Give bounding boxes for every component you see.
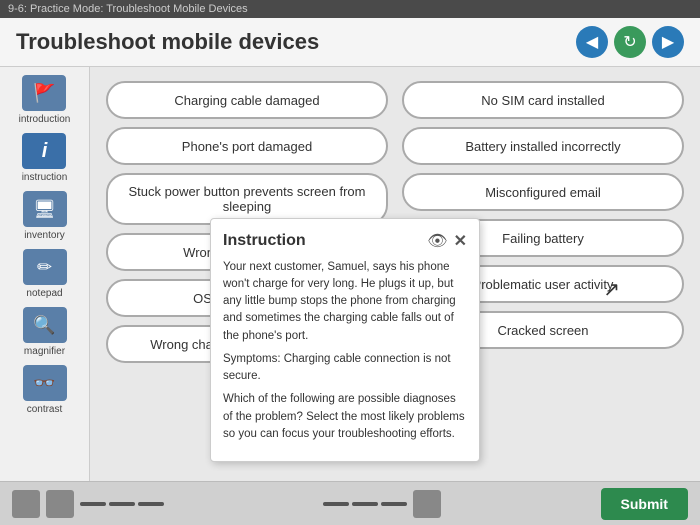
eye-icon[interactable]: 👁 [427,231,447,251]
sidebar: 🚩 introduction i instruction 🖥 inventory… [0,67,90,512]
back-button[interactable]: ◀ [576,26,608,58]
dash-group-left [80,502,164,506]
main-layout: 🚩 introduction i instruction 🖥 inventory… [0,67,700,512]
header-nav: ◀ ↻ ▶ [576,26,684,58]
page-title: Troubleshoot mobile devices [16,29,319,55]
popup-body3: Which of the following are possible diag… [223,391,467,443]
sidebar-label-contrast: contrast [27,404,63,415]
glasses-icon: 👓 [23,365,67,401]
sidebar-label-introduction: introduction [19,114,71,125]
sidebar-label-magnifier: magnifier [24,346,65,357]
dash-1 [80,502,106,506]
dash-6 [381,502,407,506]
sidebar-item-inventory[interactable]: 🖥 inventory [23,191,67,241]
monitor-icon: 🖥 [23,191,67,227]
content-area: Charging cable damaged Phone's port dama… [90,67,700,512]
pencil-icon: ✏ [23,249,67,285]
sidebar-label-inventory: inventory [24,230,65,241]
close-button[interactable]: ✕ [454,231,467,251]
dash-3 [138,502,164,506]
option-no-sim[interactable]: No SIM card installed [402,81,684,119]
forward-button[interactable]: ▶ [652,26,684,58]
refresh-button[interactable]: ↻ [614,26,646,58]
option-phones-port-damaged[interactable]: Phone's port damaged [106,127,388,165]
instruction-popup: Instruction 👁 ✕ Your next customer, Samu… [210,218,480,463]
flag-icon: 🚩 [22,75,66,111]
bottom-left-dots [12,490,164,518]
option-misconfigured-email[interactable]: Misconfigured email [402,173,684,211]
sidebar-item-contrast[interactable]: 👓 contrast [23,365,67,415]
sidebar-item-magnifier[interactable]: 🔍 magnifier [23,307,67,357]
info-icon: i [22,133,66,169]
option-charging-cable-damaged[interactable]: Charging cable damaged [106,81,388,119]
dash-group-right [323,502,407,506]
dash-2 [109,502,135,506]
sidebar-label-instruction: instruction [22,172,68,183]
popup-header: Instruction 👁 ✕ [223,231,467,251]
bottom-right-dots [323,490,441,518]
popup-controls: 👁 ✕ [427,231,467,251]
header: Troubleshoot mobile devices ◀ ↻ ▶ [0,18,700,67]
popup-title: Instruction [223,232,306,250]
popup-body2: Symptoms: Charging cable connection is n… [223,351,467,386]
option-battery-incorrectly[interactable]: Battery installed incorrectly [402,127,684,165]
sidebar-item-introduction[interactable]: 🚩 introduction [19,75,71,125]
sidebar-item-instruction[interactable]: i instruction [22,133,68,183]
sidebar-label-notepad: notepad [26,288,62,299]
dot-icon-2 [46,490,74,518]
cursor-pointer: ↗ [603,277,620,302]
dot-icon-1 [12,490,40,518]
top-bar: 9-6: Practice Mode: Troubleshoot Mobile … [0,0,700,18]
popup-body1: Your next customer, Samuel, says his pho… [223,259,467,345]
dot-icon-3 [413,490,441,518]
dash-5 [352,502,378,506]
top-bar-title: 9-6: Practice Mode: Troubleshoot Mobile … [8,3,248,15]
dash-4 [323,502,349,506]
search-icon: 🔍 [23,307,67,343]
submit-button[interactable]: Submit [601,488,688,520]
sidebar-item-notepad[interactable]: ✏ notepad [23,249,67,299]
bottom-bar: Submit [0,481,700,525]
